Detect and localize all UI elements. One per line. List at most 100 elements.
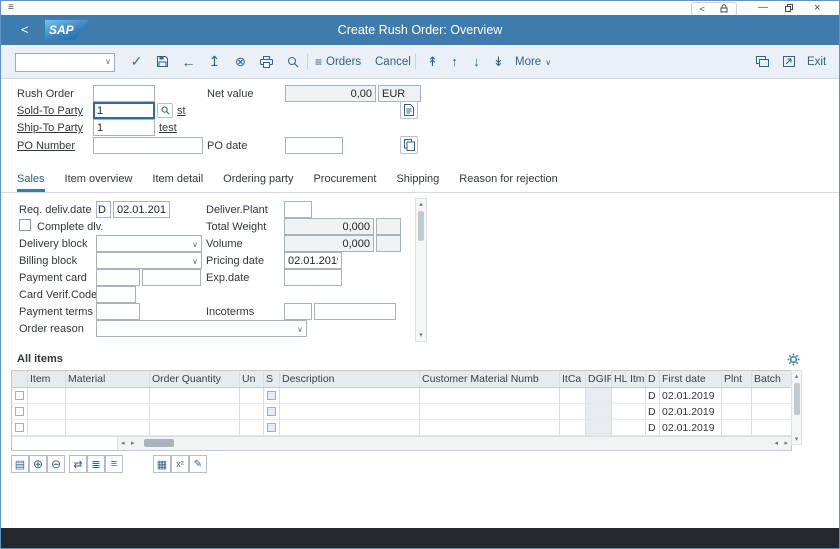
insert-item-button[interactable]: ⊕	[29, 455, 47, 473]
scroll-right-icon[interactable]: ▸	[784, 439, 788, 448]
hamburger-menu-icon[interactable]: ≡	[8, 1, 14, 15]
incoterms-input[interactable]	[284, 303, 312, 320]
cell-un[interactable]	[240, 420, 264, 435]
col-header-d[interactable]: D	[646, 371, 660, 387]
delete-item-button[interactable]: ⊖	[47, 455, 65, 473]
col-header-customer-material[interactable]: Customer Material Numb	[420, 371, 560, 387]
orders-button[interactable]: ≡ Orders	[315, 50, 361, 73]
item-row[interactable]: D 02.01.2019	[12, 420, 791, 436]
cell-first-date[interactable]: 02.01.2019	[660, 388, 722, 403]
cell-hl-itm[interactable]	[612, 404, 646, 419]
item-conditions-button[interactable]: x²	[171, 455, 189, 473]
cell-itca[interactable]	[560, 420, 586, 435]
matchcode-search-button[interactable]	[157, 103, 173, 118]
payment-card-number-input[interactable]	[142, 269, 201, 286]
cell-first-date[interactable]: 02.01.2019	[660, 404, 722, 419]
scroll-left-icon[interactable]: ◂	[774, 439, 778, 448]
order-reason-dropdown[interactable]: ∨	[96, 320, 307, 337]
previous-page-button[interactable]: ↑	[443, 50, 466, 73]
cancel-button[interactable]: Cancel	[375, 50, 411, 73]
cell-order-quantity[interactable]	[150, 388, 240, 403]
cancel-task-button[interactable]: ⊗	[229, 50, 252, 73]
exit-button[interactable]: Exit	[807, 50, 826, 73]
cell-dgip[interactable]	[586, 388, 612, 403]
first-page-button[interactable]: ↟	[421, 50, 444, 73]
back-button[interactable]: ←	[177, 50, 200, 73]
print-button[interactable]	[255, 50, 278, 73]
cell-item[interactable]	[28, 420, 66, 435]
cell-plnt[interactable]	[722, 388, 752, 403]
row-select-checkbox[interactable]	[15, 407, 24, 416]
deselect-all-button[interactable]: ≡	[105, 455, 123, 473]
cell-batch[interactable]	[752, 404, 791, 419]
cell-description[interactable]	[280, 420, 420, 435]
cell-hl-itm[interactable]	[612, 388, 646, 403]
col-header-un[interactable]: Un	[240, 371, 264, 387]
col-header-s[interactable]: S	[264, 371, 280, 387]
ship-to-party-label[interactable]: Ship-To Party	[17, 122, 83, 134]
col-header-plnt[interactable]: Plnt	[722, 371, 752, 387]
cell-material[interactable]	[66, 404, 150, 419]
header-details-button[interactable]	[400, 101, 418, 119]
row-select-checkbox[interactable]	[15, 423, 24, 432]
items-table-scrollbar[interactable]: ▴ ▾	[791, 370, 802, 445]
item-output-button[interactable]: ✎	[189, 455, 207, 473]
col-header-dgip[interactable]: DGIP	[586, 371, 612, 387]
table-settings-icon[interactable]	[787, 353, 800, 371]
delivery-block-dropdown[interactable]: ∨	[96, 235, 202, 252]
tab-sales[interactable]: Sales	[17, 173, 45, 192]
s-checkbox[interactable]	[267, 423, 276, 432]
po-number-label[interactable]: PO Number	[17, 140, 75, 152]
cell-material[interactable]	[66, 388, 150, 403]
select-all-header-cell[interactable]	[12, 371, 28, 387]
close-button[interactable]: ×	[814, 1, 820, 15]
incoterms-location-input[interactable]	[314, 303, 396, 320]
tab-item-overview[interactable]: Item overview	[65, 173, 133, 192]
cell-customer-material[interactable]	[420, 404, 560, 419]
req-deliv-date-type-input[interactable]	[96, 201, 111, 218]
tab-ordering-party[interactable]: Ordering party	[223, 173, 293, 192]
cell-un[interactable]	[240, 388, 264, 403]
cell-customer-material[interactable]	[420, 388, 560, 403]
sold-to-party-label[interactable]: Sold-To Party	[17, 105, 83, 117]
row-select-checkbox[interactable]	[15, 391, 24, 400]
col-header-order-quantity[interactable]: Order Quantity	[150, 371, 240, 387]
maximize-button[interactable]	[785, 4, 793, 14]
cell-first-date[interactable]: 02.01.2019	[660, 420, 722, 435]
cell-plnt[interactable]	[722, 420, 752, 435]
scroll-up-icon[interactable]: ▴	[416, 201, 426, 209]
scroll-down-icon[interactable]: ▾	[416, 332, 426, 340]
scrollbar-thumb[interactable]	[418, 211, 424, 241]
req-deliv-date-input[interactable]	[113, 201, 170, 218]
cell-description[interactable]	[280, 404, 420, 419]
exit-task-button[interactable]: ↥	[203, 50, 226, 73]
col-header-itca[interactable]: ItCa	[560, 371, 586, 387]
s-checkbox[interactable]	[267, 391, 276, 400]
copy-button[interactable]	[400, 136, 418, 154]
cell-d[interactable]: D	[646, 388, 660, 403]
scrollbar-thumb[interactable]	[144, 439, 174, 447]
horizontal-scrollbar[interactable]: ◂ ▸ ◂ ▸	[117, 437, 791, 450]
payment-terms-input[interactable]	[96, 303, 140, 320]
exp-date-input[interactable]	[284, 269, 342, 286]
cell-order-quantity[interactable]	[150, 404, 240, 419]
item-availability-button[interactable]: ▦	[153, 455, 171, 473]
tab-reason-for-rejection[interactable]: Reason for rejection	[459, 173, 557, 192]
row-select-cell[interactable]	[12, 404, 28, 419]
cell-itca[interactable]	[560, 404, 586, 419]
scrollbar-thumb[interactable]	[794, 383, 800, 415]
item-row[interactable]: D 02.01.2019	[12, 404, 791, 420]
cell-item[interactable]	[28, 388, 66, 403]
command-input[interactable]	[15, 52, 115, 72]
cell-batch[interactable]	[752, 420, 791, 435]
cell-s[interactable]	[264, 388, 280, 403]
sold-to-party-input[interactable]	[93, 102, 155, 119]
cell-description[interactable]	[280, 388, 420, 403]
col-header-batch[interactable]: Batch	[752, 371, 791, 387]
s-checkbox[interactable]	[267, 407, 276, 416]
lock-icon[interactable]	[720, 3, 728, 15]
cell-batch[interactable]	[752, 388, 791, 403]
scroll-right-icon[interactable]: ▸	[131, 439, 135, 448]
pricing-date-input[interactable]	[284, 252, 342, 269]
cell-order-quantity[interactable]	[150, 420, 240, 435]
